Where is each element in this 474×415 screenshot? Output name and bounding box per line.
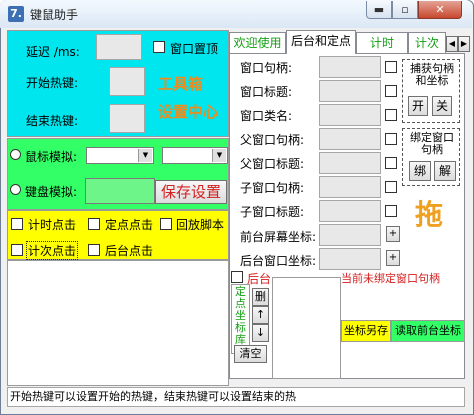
background-coords-field[interactable] xyxy=(319,248,381,270)
child-handle-checkbox[interactable] xyxy=(385,181,397,193)
window-class-checkbox[interactable] xyxy=(385,109,397,121)
timed-click-checkbox[interactable] xyxy=(11,218,23,230)
drag-handle[interactable]: 拖 xyxy=(415,193,443,233)
start-hotkey-input[interactable] xyxy=(109,67,145,96)
topmost-label: 窗口置顶 xyxy=(170,42,219,56)
bind-button[interactable]: 绑 xyxy=(409,161,431,181)
count-click-label: 计次点击 xyxy=(26,241,79,260)
background-click-checkbox[interactable] xyxy=(88,244,100,256)
coord-list[interactable] xyxy=(272,277,341,379)
parent-title-field[interactable] xyxy=(319,152,381,174)
click-mode-panel: 计时点击 定点点击 回放脚本 计次点击 后台点击 xyxy=(7,210,229,260)
tab-background-fixed[interactable]: 后台和定点 xyxy=(286,30,356,54)
bind-status-text: 当前未绑定窗口句柄 xyxy=(341,272,440,285)
count-click-checkbox[interactable] xyxy=(11,244,23,256)
bind-group: 绑定窗口句柄 绑 解 xyxy=(402,128,460,186)
child-title-label: 子窗口标题: xyxy=(240,205,305,219)
foreground-coords-add-button[interactable]: + xyxy=(386,226,400,242)
open-button[interactable]: 开 xyxy=(408,96,428,116)
mouse-button-select[interactable]: ▼ xyxy=(162,147,228,164)
window-class-label: 窗口类名: xyxy=(240,109,293,123)
tab-count[interactable]: 计次 xyxy=(408,32,446,54)
settings-title: 设置中心 xyxy=(158,103,219,121)
window-handle-checkbox[interactable] xyxy=(385,61,397,73)
end-hotkey-input[interactable] xyxy=(109,104,145,133)
coord-library-label: 定点坐标库 xyxy=(235,285,246,346)
delay-input[interactable] xyxy=(96,34,142,60)
save-coords-as-button[interactable]: 坐标另存 xyxy=(341,320,391,342)
keyboard-sim-input[interactable] xyxy=(85,178,155,204)
keyboard-sim-label: 键盘模拟: xyxy=(25,185,78,199)
keyboard-sim-radio[interactable] xyxy=(10,184,21,195)
save-settings-button[interactable]: 保存设置 xyxy=(155,180,227,204)
replay-script-label: 回放脚本 xyxy=(176,218,225,232)
parent-handle-label: 父窗口句柄: xyxy=(240,133,305,147)
parent-handle-field[interactable] xyxy=(319,128,381,150)
read-bg-coords-button[interactable]: 读取前台坐标 xyxy=(391,320,465,342)
background-coords-label: 后台窗口坐标: xyxy=(240,254,317,268)
parent-handle-checkbox[interactable] xyxy=(385,133,397,145)
hotkey-panel: 延迟 /ms: 窗口置顶 开始热键: 工具箱 结束热键: 设置中心 xyxy=(7,30,229,137)
start-hotkey-label: 开始热键: xyxy=(26,76,79,90)
child-title-checkbox[interactable] xyxy=(385,205,397,217)
maximize-button[interactable]: ▫ xyxy=(392,1,418,19)
simulation-panel: 鼠标模拟: ▼ ▼ 键盘模拟: 保存设置 xyxy=(7,138,229,210)
window-title-label: 窗口标题: xyxy=(240,85,293,99)
close-button[interactable]: ✕ xyxy=(418,1,462,19)
child-handle-label: 子窗口句柄: xyxy=(240,181,305,195)
delay-label: 延迟 /ms: xyxy=(26,45,80,59)
window-title: 键鼠助手 xyxy=(30,8,79,22)
bind-group-label: 绑定窗口句柄 xyxy=(410,131,454,156)
toolbox-title: 工具箱 xyxy=(158,75,204,93)
end-hotkey-label: 结束热键: xyxy=(26,114,79,128)
background-label: 后台 xyxy=(247,272,272,286)
log-area[interactable] xyxy=(7,260,229,386)
tab-scroll-right-button[interactable]: ▶ xyxy=(458,36,470,52)
foreground-coords-field[interactable] xyxy=(319,224,381,246)
fixed-point-click-checkbox[interactable] xyxy=(88,218,100,230)
child-title-field[interactable] xyxy=(319,200,381,222)
capture-group: 捕获句柄和坐标 开 关 xyxy=(402,59,460,123)
unbind-button[interactable]: 解 xyxy=(434,161,456,181)
parent-title-label: 父窗口标题: xyxy=(240,157,305,171)
mouse-sim-select[interactable]: ▼ xyxy=(86,147,154,164)
window-title-checkbox[interactable] xyxy=(385,85,397,97)
clear-coords-button[interactable]: 清空 xyxy=(234,345,267,363)
tab-welcome[interactable]: 欢迎使用 xyxy=(229,32,286,54)
window-class-field[interactable] xyxy=(319,104,381,126)
topmost-checkbox[interactable] xyxy=(153,41,165,53)
title-bar[interactable]: 7. 键鼠助手 ▬ ▫ ✕ xyxy=(0,0,472,28)
move-up-button[interactable]: ↑ xyxy=(252,306,269,324)
replay-script-checkbox[interactable] xyxy=(160,218,172,230)
app-icon: 7. xyxy=(8,6,24,22)
window-title-field[interactable] xyxy=(319,80,381,102)
mouse-sim-label: 鼠标模拟: xyxy=(25,150,78,164)
status-bar: 开始热键可以设置开始的热键，结束热键可以设置结束的热 xyxy=(7,387,465,407)
parent-title-checkbox[interactable] xyxy=(385,157,397,169)
move-down-button[interactable]: ↓ xyxy=(252,324,269,342)
timed-click-label: 计时点击 xyxy=(28,218,77,232)
foreground-coords-label: 前台屏幕坐标: xyxy=(240,230,317,244)
capture-group-label: 捕获句柄和坐标 xyxy=(410,62,454,87)
background-checkbox[interactable] xyxy=(231,271,243,283)
delete-coord-button[interactable]: 删 xyxy=(252,288,269,306)
fixed-point-click-label: 定点点击 xyxy=(105,218,154,232)
mouse-sim-radio[interactable] xyxy=(10,149,21,160)
tab-scroll-left-button[interactable]: ◀ xyxy=(446,36,458,52)
close-capture-button[interactable]: 关 xyxy=(432,96,452,116)
tab-timer[interactable]: 计时 xyxy=(356,32,408,54)
coord-library-frame: 定点坐标库 xyxy=(231,284,250,354)
window-handle-field[interactable] xyxy=(319,56,381,78)
chevron-down-icon: ▼ xyxy=(212,149,226,162)
background-coords-add-button[interactable]: + xyxy=(386,250,400,266)
chevron-down-icon: ▼ xyxy=(138,149,152,162)
child-handle-field[interactable] xyxy=(319,176,381,198)
minimize-button[interactable]: ▬ xyxy=(366,1,392,19)
window-handle-label: 窗口句柄: xyxy=(240,61,293,75)
background-click-label: 后台点击 xyxy=(105,244,154,258)
